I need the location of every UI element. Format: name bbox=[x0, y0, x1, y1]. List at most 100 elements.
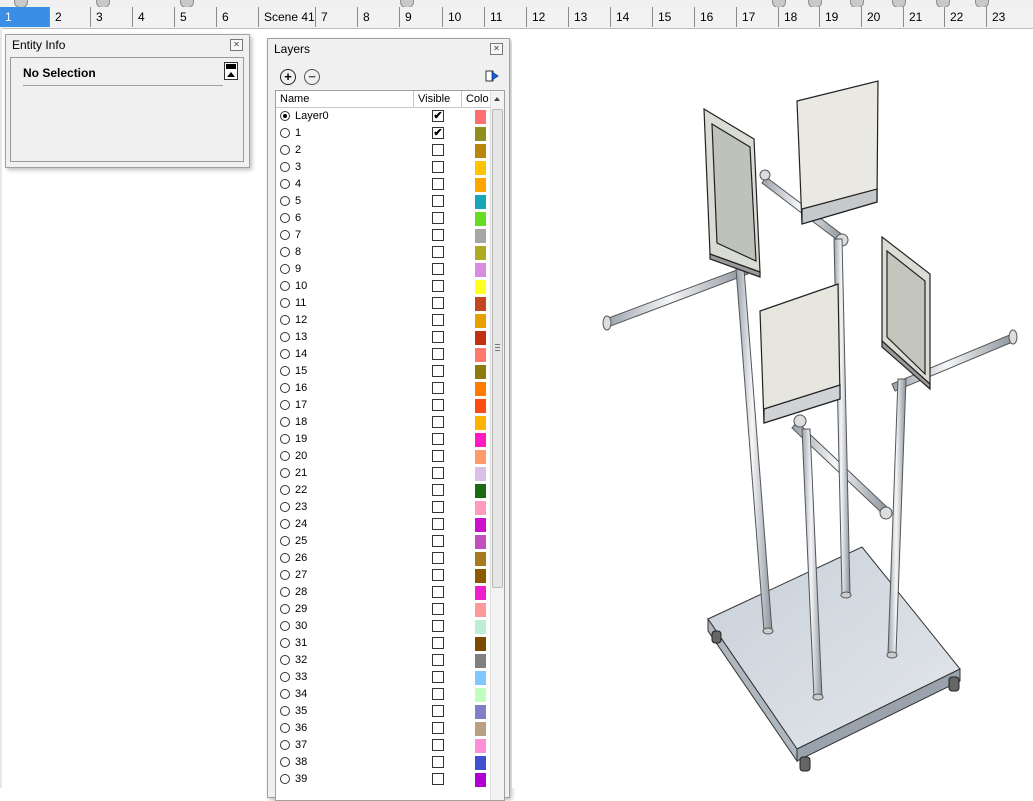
layer-name[interactable]: 2 bbox=[295, 144, 301, 156]
layer-row[interactable]: 35 bbox=[276, 703, 490, 720]
layer-color-swatch[interactable] bbox=[475, 297, 486, 311]
column-header-name[interactable]: Name bbox=[276, 91, 414, 107]
current-layer-radio[interactable] bbox=[280, 723, 290, 733]
model-viewport[interactable] bbox=[512, 29, 1033, 788]
layer-color-swatch[interactable] bbox=[475, 586, 486, 600]
minus-circle-icon[interactable]: − bbox=[304, 69, 320, 85]
toolbar-button-icon[interactable] bbox=[975, 0, 989, 7]
layer-color-swatch[interactable] bbox=[475, 552, 486, 566]
visible-checkbox[interactable] bbox=[432, 365, 444, 377]
visible-checkbox[interactable] bbox=[432, 586, 444, 598]
current-layer-radio[interactable] bbox=[280, 417, 290, 427]
layer-name[interactable]: 17 bbox=[295, 399, 307, 411]
current-layer-radio[interactable] bbox=[280, 145, 290, 155]
current-layer-radio[interactable] bbox=[280, 774, 290, 784]
layer-row[interactable]: 1 ✔ bbox=[276, 125, 490, 142]
entity-info-title-bar[interactable]: Entity Info ✕ bbox=[6, 35, 249, 55]
scrollbar[interactable] bbox=[490, 91, 504, 800]
current-layer-radio[interactable] bbox=[280, 655, 290, 665]
visible-checkbox[interactable] bbox=[432, 569, 444, 581]
layer-color-swatch[interactable] bbox=[475, 722, 486, 736]
visible-checkbox[interactable] bbox=[432, 705, 444, 717]
current-layer-radio[interactable] bbox=[280, 298, 290, 308]
layer-row[interactable]: 38 bbox=[276, 754, 490, 771]
layer-color-swatch[interactable] bbox=[475, 484, 486, 498]
scene-tab[interactable]: 10 bbox=[442, 7, 484, 27]
layer-name[interactable]: 8 bbox=[295, 246, 301, 258]
current-layer-radio[interactable] bbox=[280, 400, 290, 410]
scene-tab[interactable]: 1 bbox=[0, 7, 49, 27]
toolbar-button-icon[interactable] bbox=[96, 0, 110, 7]
layer-name[interactable]: 15 bbox=[295, 365, 307, 377]
layer-name[interactable]: 21 bbox=[295, 467, 307, 479]
layer-row[interactable]: 24 bbox=[276, 516, 490, 533]
visible-checkbox[interactable] bbox=[432, 263, 444, 275]
layer-color-swatch[interactable] bbox=[475, 518, 486, 532]
layer-color-swatch[interactable] bbox=[475, 756, 486, 770]
layer-row[interactable]: 18 bbox=[276, 414, 490, 431]
layer-name[interactable]: 12 bbox=[295, 314, 307, 326]
current-layer-radio[interactable] bbox=[280, 451, 290, 461]
layer-name[interactable]: 13 bbox=[295, 331, 307, 343]
layer-color-swatch[interactable] bbox=[475, 399, 486, 413]
current-layer-radio[interactable] bbox=[280, 740, 290, 750]
layer-color-swatch[interactable] bbox=[475, 671, 486, 685]
layer-name[interactable]: 16 bbox=[295, 382, 307, 394]
visible-checkbox[interactable]: ✔ bbox=[432, 110, 444, 122]
scene-tab[interactable]: 22 bbox=[944, 7, 986, 27]
layer-name[interactable]: 24 bbox=[295, 518, 307, 530]
layer-color-swatch[interactable] bbox=[475, 280, 486, 294]
layer-color-swatch[interactable] bbox=[475, 654, 486, 668]
layer-row[interactable]: 26 bbox=[276, 550, 490, 567]
layer-name[interactable]: 31 bbox=[295, 637, 307, 649]
visible-checkbox[interactable] bbox=[432, 688, 444, 700]
visible-checkbox[interactable] bbox=[432, 467, 444, 479]
toolbar-button-icon[interactable] bbox=[850, 0, 864, 7]
scene-tab[interactable]: 20 bbox=[861, 7, 903, 27]
layer-name[interactable]: 25 bbox=[295, 535, 307, 547]
layer-color-swatch[interactable] bbox=[475, 246, 486, 260]
scene-tab[interactable]: 12 bbox=[526, 7, 568, 27]
scene-tab[interactable]: 16 bbox=[694, 7, 736, 27]
current-layer-radio[interactable] bbox=[280, 485, 290, 495]
layers-title-bar[interactable]: Layers ✕ bbox=[268, 39, 509, 59]
layer-name[interactable]: 22 bbox=[295, 484, 307, 496]
layer-name[interactable]: 35 bbox=[295, 705, 307, 717]
current-layer-radio[interactable] bbox=[280, 281, 290, 291]
layer-name[interactable]: 20 bbox=[295, 450, 307, 462]
scene-tab[interactable]: 17 bbox=[736, 7, 778, 27]
current-layer-radio[interactable] bbox=[280, 604, 290, 614]
layer-color-swatch[interactable] bbox=[475, 416, 486, 430]
layer-color-swatch[interactable] bbox=[475, 127, 486, 141]
visible-checkbox[interactable] bbox=[432, 450, 444, 462]
layer-row[interactable]: 11 bbox=[276, 295, 490, 312]
scene-tab[interactable]: 8 bbox=[357, 7, 399, 27]
visible-checkbox[interactable] bbox=[432, 603, 444, 615]
layer-color-swatch[interactable] bbox=[475, 569, 486, 583]
layer-name[interactable]: 27 bbox=[295, 569, 307, 581]
details-arrow-icon[interactable] bbox=[485, 68, 499, 84]
layer-row[interactable]: 12 bbox=[276, 312, 490, 329]
layer-name[interactable]: 5 bbox=[295, 195, 301, 207]
current-layer-radio[interactable] bbox=[280, 638, 290, 648]
layer-color-swatch[interactable] bbox=[475, 501, 486, 515]
layer-row[interactable]: 3 bbox=[276, 159, 490, 176]
visible-checkbox[interactable] bbox=[432, 178, 444, 190]
layer-name[interactable]: 39 bbox=[295, 773, 307, 785]
current-layer-radio[interactable] bbox=[280, 332, 290, 342]
current-layer-radio[interactable] bbox=[280, 230, 290, 240]
toolbar-button-icon[interactable] bbox=[772, 0, 786, 7]
layer-name[interactable]: 6 bbox=[295, 212, 301, 224]
scene-tab[interactable]: 19 bbox=[819, 7, 861, 27]
scene-tab[interactable]: 11 bbox=[484, 7, 526, 27]
layer-row[interactable]: 6 bbox=[276, 210, 490, 227]
layer-name[interactable]: 4 bbox=[295, 178, 301, 190]
scroll-thumb[interactable] bbox=[492, 109, 503, 588]
visible-checkbox[interactable] bbox=[432, 229, 444, 241]
close-icon[interactable]: ✕ bbox=[490, 43, 503, 55]
current-layer-radio[interactable] bbox=[280, 570, 290, 580]
visible-checkbox[interactable] bbox=[432, 433, 444, 445]
current-layer-radio[interactable] bbox=[280, 553, 290, 563]
layer-color-swatch[interactable] bbox=[475, 110, 486, 124]
plus-circle-icon[interactable]: + bbox=[280, 69, 296, 85]
